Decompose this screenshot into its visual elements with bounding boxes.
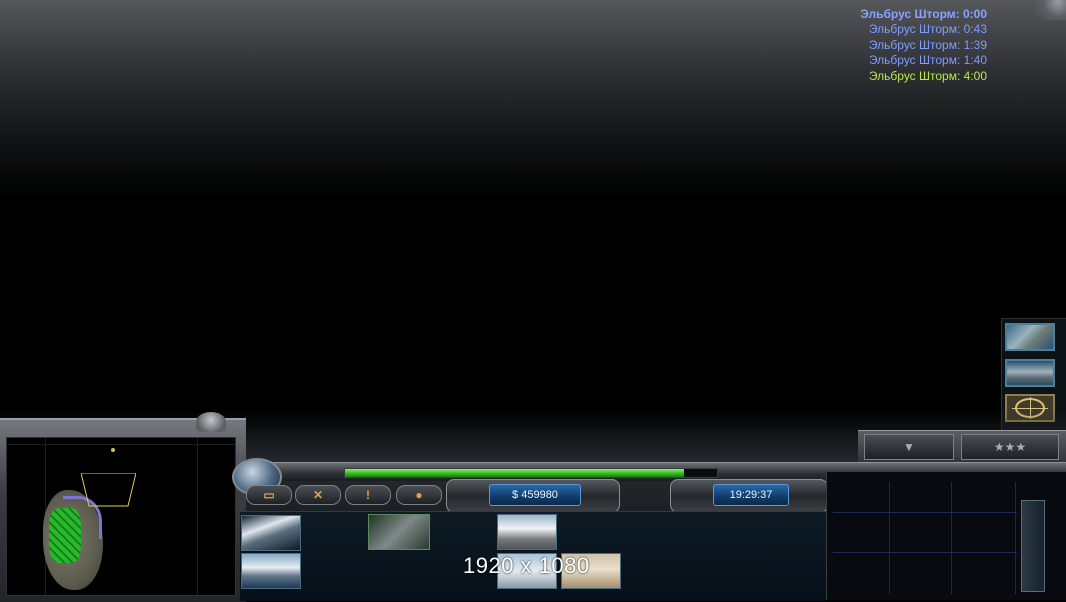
timer-line: Эльбрус Шторм: 0:00 xyxy=(860,7,987,21)
panel-scrollbar[interactable] xyxy=(1021,500,1045,592)
clock-readout: 19:29:37 xyxy=(713,484,789,506)
unit-portrait[interactable] xyxy=(241,515,301,551)
superweapon-timers: Эльбрус Шторм: 0:00 Эльбрус Шторм: 0:43 … xyxy=(860,7,987,84)
corner-ornament xyxy=(1026,0,1066,20)
exclamation-icon: ! xyxy=(366,488,370,502)
structures-tab[interactable] xyxy=(1005,323,1055,351)
vehicles-tab[interactable] xyxy=(1005,359,1055,387)
sell-button[interactable]: ▭ xyxy=(246,485,292,505)
minimap-knob xyxy=(196,412,226,432)
wrench-icon: ✕ xyxy=(312,488,324,502)
timer-line: Эльбрус Шторм: 1:39 xyxy=(868,37,987,52)
monitor-icon: ▭ xyxy=(263,488,275,502)
unit-portrait[interactable] xyxy=(497,514,557,550)
money-readout: $ 459980 xyxy=(489,484,581,506)
minimap-camera-viewport[interactable] xyxy=(81,473,136,507)
panel-collapse-button[interactable]: ▼ xyxy=(864,434,954,460)
timer-line: Эльбрус Шторм: 1:40 xyxy=(868,53,987,68)
unit-portrait[interactable] xyxy=(241,553,301,589)
minimap-unit-marker xyxy=(111,448,115,452)
power-bar xyxy=(344,468,718,478)
minimap[interactable] xyxy=(6,437,236,596)
timer-line: Эльбрус Шторм: 0:43 xyxy=(868,22,987,37)
resolution-label: 1920 x 1080 xyxy=(463,553,590,578)
power-bar-fill xyxy=(345,469,684,477)
chat-button[interactable]: ● xyxy=(396,485,442,505)
repair-button[interactable]: ✕ xyxy=(295,485,341,505)
speech-bubble-icon: ● xyxy=(415,488,423,502)
alert-button[interactable]: ! xyxy=(345,485,391,505)
rank-stars-button[interactable]: ★★★ xyxy=(961,434,1059,460)
timer-line: Эльбрус Шторм: 4:00 xyxy=(868,68,987,83)
radar-scan-icon[interactable] xyxy=(368,514,430,550)
